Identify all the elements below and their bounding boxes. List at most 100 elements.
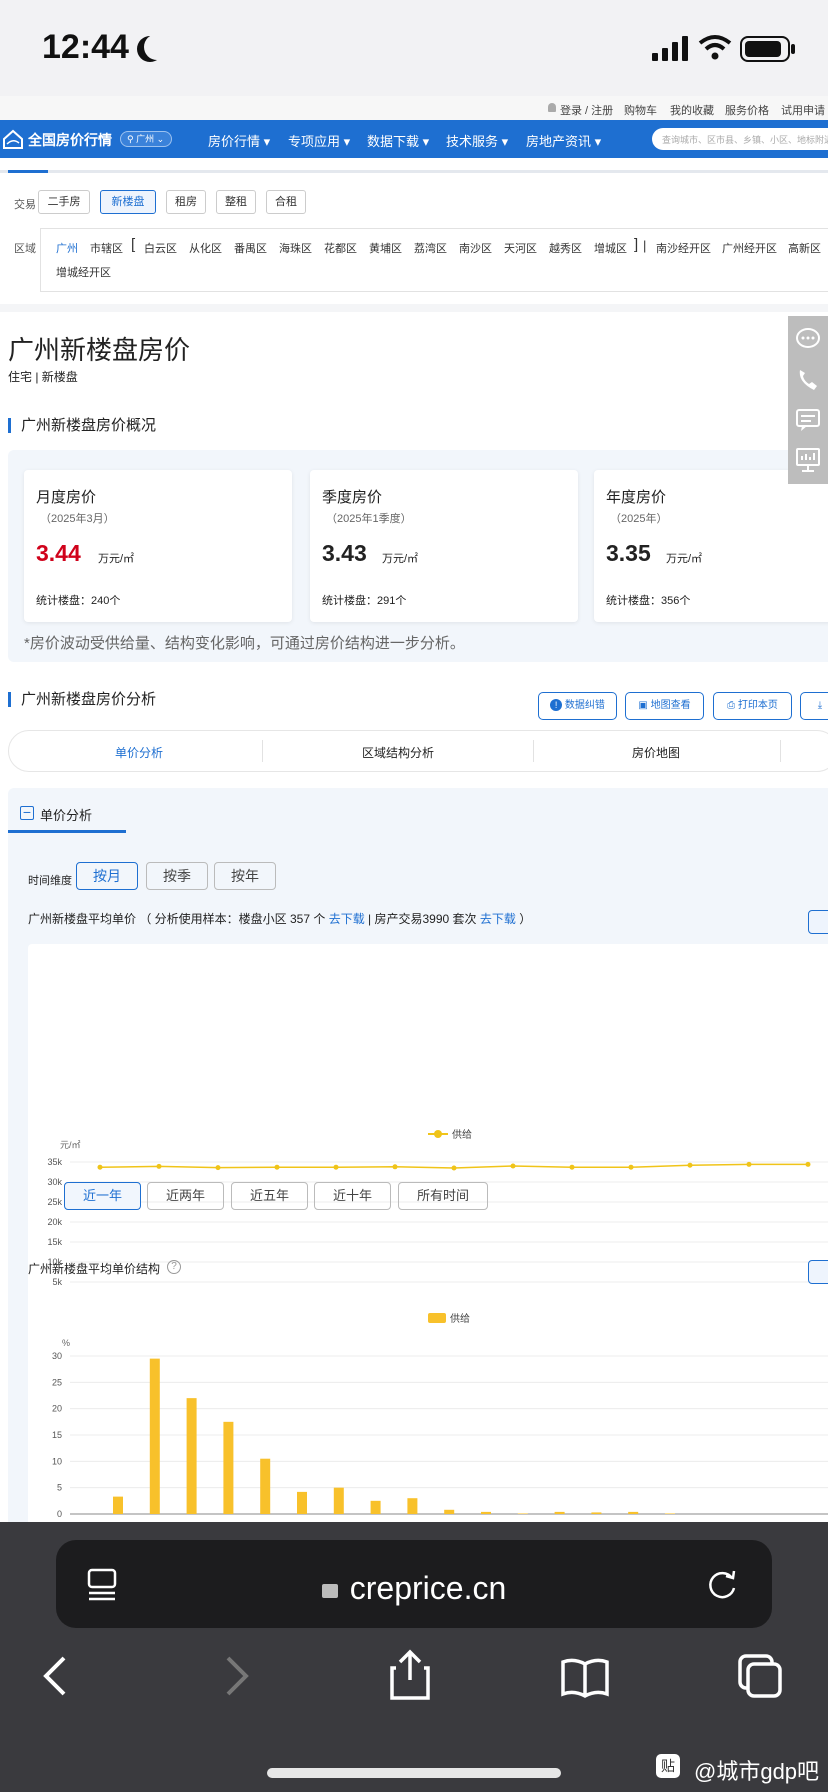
address-bar[interactable]: creprice.cn xyxy=(56,1540,772,1628)
tab-region-structure[interactable]: 区域结构分析 xyxy=(362,744,434,761)
trade-option-rent[interactable]: 租房 xyxy=(166,190,206,214)
map-view-button[interactable]: ▣ 地图查看 xyxy=(625,692,704,720)
y-tick-label: 15k xyxy=(47,1237,62,1247)
city-selector[interactable]: ⚲ 广州 ⌄ xyxy=(120,131,172,147)
print-button[interactable]: ⎙ 打印本页 xyxy=(713,692,792,720)
location-pin-icon: ⚲ xyxy=(127,134,134,144)
download-link-1[interactable]: 去下载 xyxy=(329,912,365,926)
trade-option-whole-rent[interactable]: 整租 xyxy=(216,190,256,214)
data-point xyxy=(333,1164,339,1170)
y-tick-label: 15 xyxy=(52,1430,62,1440)
y-axis-label: 元/㎡ xyxy=(60,1140,81,1150)
range-2y[interactable]: 近两年 xyxy=(147,1182,224,1210)
trade-option-shared-rent[interactable]: 合租 xyxy=(266,190,306,214)
card-label: 年度房价 xyxy=(606,489,667,506)
card-period: （2025年） xyxy=(610,513,668,525)
region-nansha-edz[interactable]: 南沙经开区 xyxy=(656,240,711,256)
section-divider xyxy=(0,304,828,312)
moon-icon xyxy=(144,34,170,60)
favorites-link[interactable]: 我的收藏 xyxy=(670,102,714,118)
divider xyxy=(0,170,828,173)
nav-item-special-apps[interactable]: 专项应用 ▾ xyxy=(288,131,350,150)
dimension-quarter[interactable]: 按季 xyxy=(146,862,208,890)
cart-link[interactable]: 购物车 xyxy=(624,102,657,118)
dimension-month[interactable]: 按月 xyxy=(76,862,138,890)
reload-icon[interactable] xyxy=(704,1566,740,1602)
city-name: 广州 xyxy=(136,134,155,144)
trade-option-new[interactable]: 新楼盘 xyxy=(100,190,156,214)
range-all[interactable]: 所有时间 xyxy=(398,1182,488,1210)
nav-item-price-trends[interactable]: 房价行情 ▾ xyxy=(208,131,270,150)
region-city-district[interactable]: 市辖区 xyxy=(90,240,123,256)
message-icon[interactable] xyxy=(788,402,828,438)
region-yuexiu[interactable]: 越秀区 xyxy=(549,240,582,256)
y-tick-label: 20 xyxy=(52,1404,62,1414)
card-label: 季度房价 xyxy=(322,489,383,506)
chart-toggle-icon[interactable] xyxy=(808,910,828,934)
region-guangzhou[interactable]: 广州 xyxy=(56,240,78,256)
tabs-icon[interactable] xyxy=(736,1652,784,1700)
nav-item-real-estate-news[interactable]: 房地产资讯 ▾ xyxy=(526,131,601,150)
chart2-caption: 广州新楼盘平均单价结构 xyxy=(28,1262,161,1276)
region-zengcheng[interactable]: 增城区 xyxy=(594,240,627,256)
region-high-tech-zone[interactable]: 高新区 xyxy=(788,240,821,256)
card-value: 3.35 xyxy=(606,540,651,566)
bookmarks-icon[interactable] xyxy=(560,1656,610,1698)
map-icon: ▣ xyxy=(638,700,648,711)
top-links-bar: 登录 / 注册 购物车 我的收藏 服务价格 试用申请 xyxy=(0,96,828,120)
data-correction-button[interactable]: ! 数据纠错 xyxy=(538,692,617,720)
collapse-icon[interactable]: − xyxy=(20,805,34,820)
url-text: creprice.cn xyxy=(349,1570,507,1606)
tab-price-map[interactable]: 房价地图 xyxy=(632,744,680,761)
trade-option-resale[interactable]: 二手房 xyxy=(38,190,90,214)
region-nansha[interactable]: 南沙区 xyxy=(459,240,492,256)
trade-label: 交易 xyxy=(14,199,36,211)
brand-title[interactable]: 全国房价行情 xyxy=(28,130,112,150)
range-10y[interactable]: 近十年 xyxy=(314,1182,391,1210)
region-zengcheng-edz[interactable]: 增城经开区 xyxy=(56,264,111,280)
pricing-link[interactable]: 服务价格 xyxy=(725,102,769,118)
search-input[interactable]: 查询城市、区市县、乡镇、小区、地标附近 xyxy=(652,128,828,150)
region-liwan[interactable]: 荔湾区 xyxy=(414,240,447,256)
dimension-year[interactable]: 按年 xyxy=(214,862,276,890)
monitor-icon[interactable] xyxy=(788,442,828,478)
bar xyxy=(665,1513,675,1514)
region-huangpu[interactable]: 黄埔区 xyxy=(369,240,402,256)
range-1y[interactable]: 近一年 xyxy=(64,1182,141,1210)
nav-item-tech-services[interactable]: 技术服务 ▾ xyxy=(446,131,508,150)
forward-icon[interactable] xyxy=(222,1654,252,1698)
region-haizhu[interactable]: 海珠区 xyxy=(279,240,312,256)
separator: | xyxy=(643,238,647,253)
data-point xyxy=(510,1163,516,1169)
region-guangzhou-edz[interactable]: 广州经开区 xyxy=(722,240,777,256)
page-title: 广州新楼盘房价 xyxy=(8,335,191,365)
phone-icon[interactable] xyxy=(788,362,828,398)
help-icon[interactable]: ? xyxy=(167,1260,181,1274)
bar xyxy=(554,1511,565,1514)
overview-title: 广州新楼盘房价概况 xyxy=(8,418,156,433)
login-link[interactable]: 登录 / 注册 xyxy=(560,102,613,118)
y-tick-label: 30k xyxy=(47,1177,62,1187)
download-button[interactable]: ⤓ xyxy=(800,692,828,720)
back-icon[interactable] xyxy=(40,1654,70,1698)
alert-icon: ! xyxy=(550,699,563,712)
chart-toggle-icon[interactable] xyxy=(808,1260,828,1284)
region-panyu[interactable]: 番禺区 xyxy=(234,240,267,256)
region-conghua[interactable]: 从化区 xyxy=(189,240,222,256)
share-icon[interactable] xyxy=(388,1648,432,1702)
region-baiyun[interactable]: 白云区 xyxy=(144,240,177,256)
chat-icon[interactable] xyxy=(788,322,828,358)
region-tianhe[interactable]: 天河区 xyxy=(504,240,537,256)
tab-unit-price[interactable]: 单价分析 xyxy=(115,744,163,761)
user-icon xyxy=(548,103,556,112)
breadcrumb: 住宅 | 新楼盘 xyxy=(8,370,78,384)
caption-text: 广州新楼盘平均单价 （ 分析使用样本：楼盘小区 357 个 xyxy=(28,912,329,926)
y-tick-label: 10 xyxy=(52,1456,62,1466)
range-5y[interactable]: 近五年 xyxy=(231,1182,308,1210)
bar xyxy=(223,1421,234,1514)
region-huadu[interactable]: 花都区 xyxy=(324,240,357,256)
download-link-2[interactable]: 去下载 xyxy=(480,912,516,926)
nav-item-data-download[interactable]: 数据下载 ▾ xyxy=(367,131,429,150)
trial-link[interactable]: 试用申请 xyxy=(781,102,825,118)
card-period: （2025年1季度） xyxy=(326,513,412,525)
